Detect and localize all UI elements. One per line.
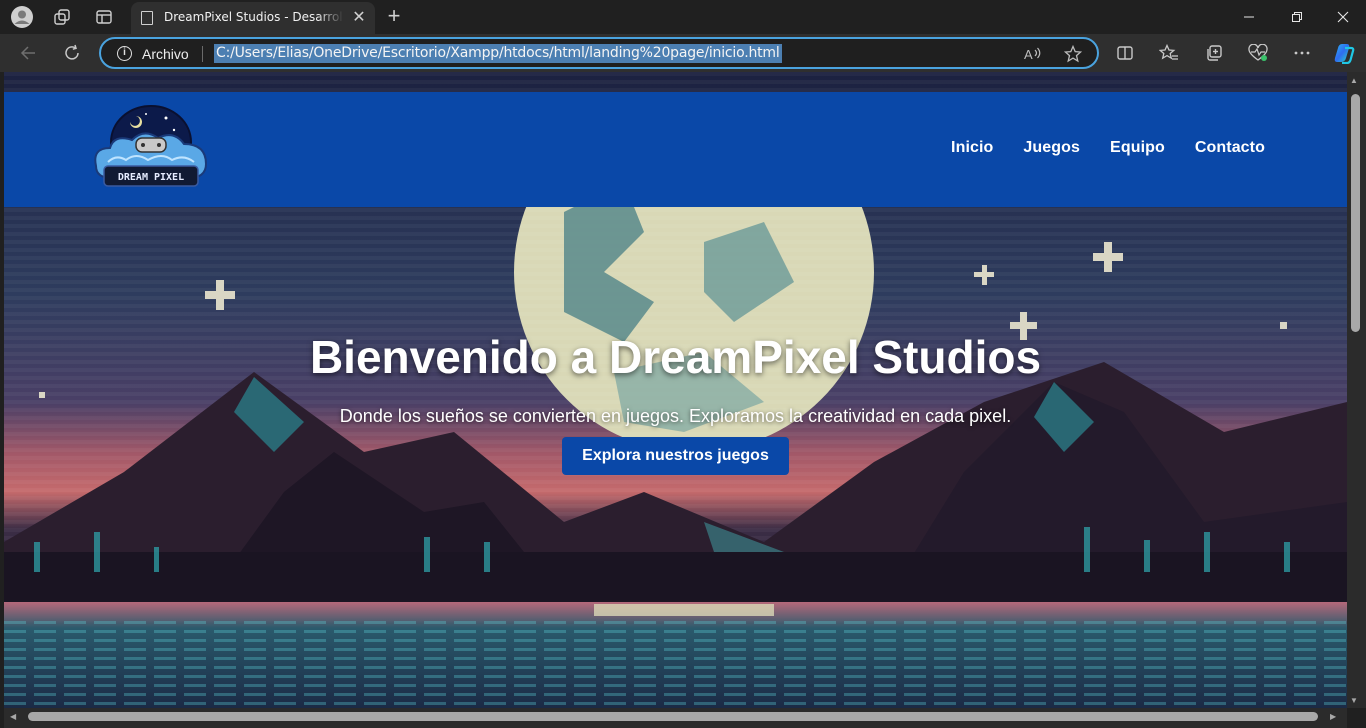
browser-titlebar: DreamPixel Studios - Desarrollo de Video…	[0, 0, 1366, 34]
minimize-icon[interactable]	[1237, 6, 1261, 28]
nav-link-equipo[interactable]: Equipo	[1110, 139, 1165, 157]
origin-label[interactable]: Archivo	[142, 46, 189, 62]
site-info-icon[interactable]: i	[117, 46, 132, 61]
tab-title: DreamPixel Studios - Desarrollo de Video…	[164, 10, 344, 24]
browser-toolbar: i Archivo C:/Users/Elias/OneDrive/Escrit…	[0, 34, 1366, 72]
scroll-down-arrow-icon[interactable]: ▼	[1350, 696, 1358, 705]
refresh-icon[interactable]	[60, 41, 84, 65]
copilot-icon[interactable]	[1332, 41, 1356, 65]
back-arrow-icon[interactable]	[16, 41, 40, 65]
svg-text:A: A	[1024, 47, 1033, 62]
active-tab[interactable]: DreamPixel Studios - Desarrollo de Video…	[131, 2, 375, 34]
address-bar[interactable]: i Archivo C:/Users/Elias/OneDrive/Escrit…	[99, 37, 1099, 69]
more-dots-icon[interactable]	[1290, 41, 1314, 65]
scroll-up-arrow-icon[interactable]: ▲	[1350, 76, 1358, 85]
split-screen-icon[interactable]	[1113, 41, 1137, 65]
close-window-icon[interactable]	[1331, 6, 1355, 28]
dream-pixel-logo[interactable]: DREAM PIXEL	[88, 104, 214, 196]
vertical-scroll-thumb[interactable]	[1351, 94, 1360, 332]
hero-title: Bienvenido a DreamPixel Studios	[309, 331, 1042, 383]
profile-avatar-icon[interactable]	[10, 5, 34, 29]
address-separator	[202, 46, 203, 62]
vertical-tabs-icon[interactable]	[92, 5, 116, 29]
horizontal-scroll-thumb[interactable]	[28, 712, 1318, 721]
scroll-right-arrow-icon[interactable]: ▶	[1330, 712, 1336, 721]
page-viewport: DREAM PIXEL Inicio Juegos Equipo Contact…	[4, 72, 1347, 708]
plus-icon[interactable]: +	[382, 5, 406, 29]
collections-icon[interactable]	[1202, 41, 1226, 65]
star-icon[interactable]	[1063, 44, 1083, 64]
nav-link-juegos[interactable]: Juegos	[1023, 139, 1080, 157]
main-nav: Inicio Juegos Equipo Contacto	[951, 139, 1265, 157]
heart-pulse-icon[interactable]	[1246, 41, 1270, 65]
scroll-left-arrow-icon[interactable]: ◀	[10, 712, 16, 721]
nav-link-inicio[interactable]: Inicio	[951, 139, 993, 157]
hero-subtitle: Donde los sueños se convierten en juegos…	[339, 406, 1012, 426]
url-text[interactable]: C:/Users/Elias/OneDrive/Escritorio/Xampp…	[214, 44, 782, 63]
page-favicon-icon	[141, 11, 153, 25]
restore-icon[interactable]	[1285, 6, 1309, 28]
nav-link-contacto[interactable]: Contacto	[1195, 139, 1265, 157]
close-tab-icon[interactable]: ✕	[349, 8, 369, 28]
workspaces-icon[interactable]	[50, 5, 74, 29]
read-aloud-icon[interactable]: A	[1023, 44, 1043, 64]
explore-games-button[interactable]: Explora nuestros juegos	[562, 437, 789, 475]
logo-text: DREAM PIXEL	[118, 172, 184, 183]
site-header: DREAM PIXEL Inicio Juegos Equipo Contact…	[4, 92, 1347, 207]
favorites-icon[interactable]	[1157, 41, 1181, 65]
